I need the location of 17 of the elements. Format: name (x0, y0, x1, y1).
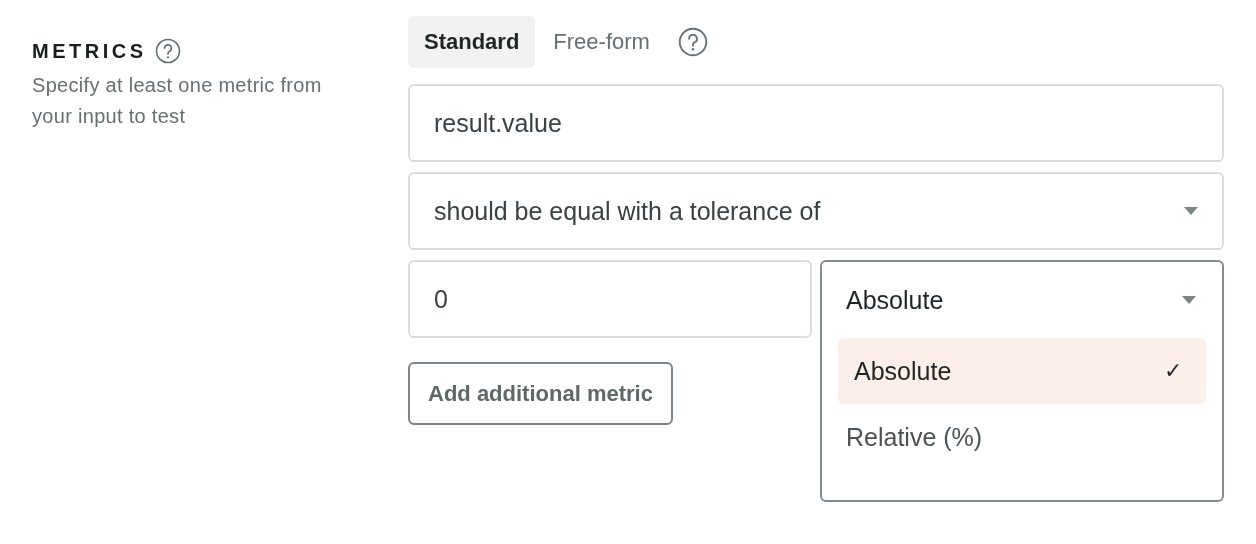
dropdown-option[interactable]: Absolute ✓ (838, 338, 1206, 404)
comparison-select[interactable]: should be equal with a tolerance of (408, 172, 1224, 250)
caret-icon (1182, 296, 1196, 304)
help-icon[interactable] (677, 27, 708, 57)
section-description: Specify at least one metric from your input to test (32, 73, 323, 129)
tab[interactable]: Free-form (537, 16, 666, 68)
dropdown-option[interactable]: Relative (%) (838, 404, 1206, 470)
section-title: METRICS (32, 39, 147, 63)
caret-icon (1184, 207, 1198, 215)
tolerance-input-field[interactable]: 0 (408, 260, 812, 338)
dropdown-value: Absolute (846, 285, 944, 315)
help-icon[interactable] (154, 38, 181, 64)
add-metric-button[interactable]: Add additional metric (408, 362, 673, 425)
metric-input-field[interactable]: result.value (408, 84, 1224, 162)
tab[interactable]: Standard (408, 16, 536, 68)
checkmark: ✓ (1164, 358, 1182, 384)
tolerance-type-dropdown[interactable]: Absolute Absolute ✓ Relative (%) (820, 260, 1224, 502)
